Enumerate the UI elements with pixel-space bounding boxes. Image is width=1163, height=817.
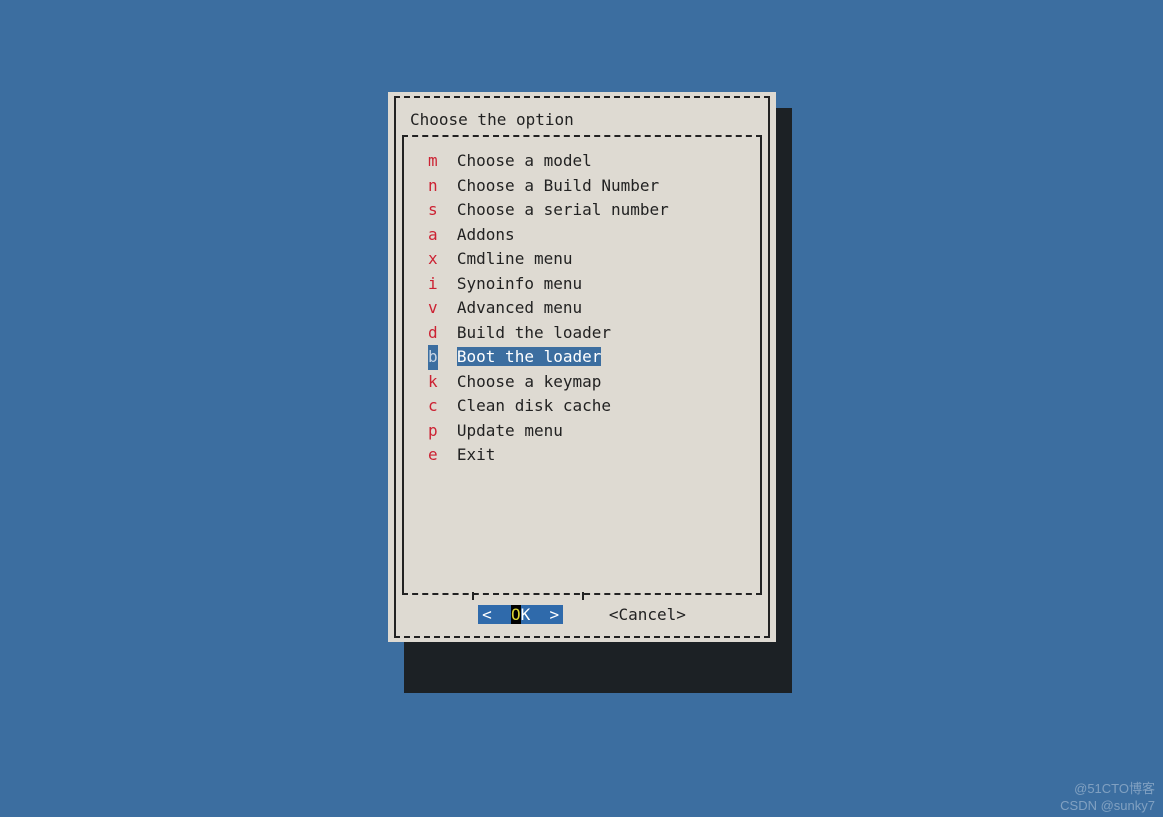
menu-item-label: Choose a serial number	[447, 200, 669, 219]
menu-item-label: Synoinfo menu	[447, 274, 582, 293]
menu-item-key: s	[428, 198, 438, 223]
menu-item-label: Boot the loader	[457, 347, 602, 366]
menu-list: m Choose a modeln Choose a Build Numbers…	[412, 149, 752, 468]
scroll-tick	[582, 592, 584, 600]
menu-item-c[interactable]: c Clean disk cache	[428, 394, 752, 419]
ok-button-left: <	[482, 605, 511, 624]
menu-item-p[interactable]: p Update menu	[428, 419, 752, 444]
watermark-line-2: CSDN @sunky7	[1060, 798, 1155, 815]
ok-button-rest: K >	[521, 605, 560, 624]
menu-item-label: Exit	[447, 445, 495, 464]
dialog: Choose the option m Choose a modeln Choo…	[388, 92, 776, 642]
menu-item-key: e	[428, 443, 438, 468]
menu-item-key: p	[428, 419, 438, 444]
menu-item-x[interactable]: x Cmdline menu	[428, 247, 752, 272]
menu-item-a[interactable]: a Addons	[428, 223, 752, 248]
dialog-wrapper: Choose the option m Choose a modeln Choo…	[388, 92, 776, 642]
menu-item-label: Choose a model	[447, 151, 591, 170]
menu-item-key: k	[428, 370, 438, 395]
menu-item-i[interactable]: i Synoinfo menu	[428, 272, 752, 297]
menu-item-key: b	[428, 345, 438, 370]
menu-item-key: v	[428, 296, 438, 321]
menu-item-label: Cmdline menu	[447, 249, 572, 268]
menu-item-d[interactable]: d Build the loader	[428, 321, 752, 346]
menu-item-k[interactable]: k Choose a keymap	[428, 370, 752, 395]
menu-item-label: Addons	[447, 225, 514, 244]
menu-item-s[interactable]: s Choose a serial number	[428, 198, 752, 223]
menu-item-key: d	[428, 321, 438, 346]
scroll-tick-left	[472, 592, 474, 600]
menu-border: m Choose a modeln Choose a Build Numbers…	[402, 135, 762, 595]
menu-item-m[interactable]: m Choose a model	[428, 149, 752, 174]
menu-item-key: a	[428, 223, 438, 248]
dialog-title: Choose the option	[388, 98, 776, 135]
menu-item-key: c	[428, 394, 438, 419]
menu-item-label: Choose a keymap	[447, 372, 601, 391]
menu-item-e[interactable]: e Exit	[428, 443, 752, 468]
menu-item-label: Update menu	[447, 421, 563, 440]
menu-item-key: i	[428, 272, 438, 297]
watermark-line-1: @51CTO博客	[1060, 781, 1155, 798]
menu-item-key: x	[428, 247, 438, 272]
menu-item-label: Choose a Build Number	[447, 176, 659, 195]
menu-item-key: m	[428, 149, 438, 174]
menu-item-label: Advanced menu	[447, 298, 582, 317]
ok-button-hotkey: O	[511, 605, 521, 624]
ok-button[interactable]: < OK >	[478, 605, 563, 624]
menu-item-v[interactable]: v Advanced menu	[428, 296, 752, 321]
watermark: @51CTO博客 CSDN @sunky7	[1060, 781, 1155, 815]
menu-item-n[interactable]: n Choose a Build Number	[428, 174, 752, 199]
menu-item-b[interactable]: b Boot the loader	[428, 345, 752, 370]
menu-item-label: Clean disk cache	[447, 396, 611, 415]
button-row: < OK > <Cancel>	[388, 595, 776, 636]
menu-item-key: n	[428, 174, 438, 199]
cancel-button[interactable]: <Cancel>	[609, 605, 686, 624]
menu-item-label: Build the loader	[447, 323, 611, 342]
